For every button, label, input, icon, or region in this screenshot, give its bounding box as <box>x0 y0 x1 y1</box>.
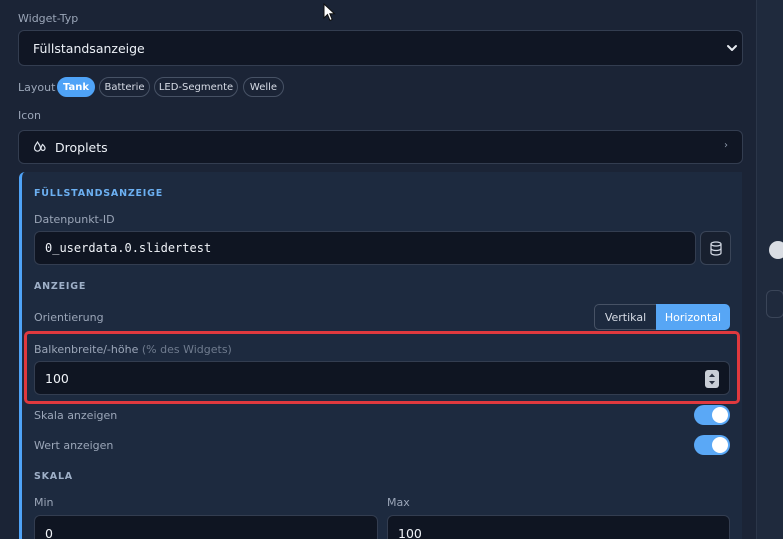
datapoint-input[interactable]: 0_userdata.0.slidertest <box>34 231 696 265</box>
min-label: Min <box>34 496 54 509</box>
max-value: 100 <box>398 525 422 539</box>
widget-type-select[interactable]: Füllstandsanzeige <box>18 30 743 66</box>
layout-label: Layout <box>18 81 56 94</box>
widget-type-value: Füllstandsanzeige <box>33 40 145 56</box>
min-input[interactable]: 0 <box>34 515 378 539</box>
section-title: FÜLLSTANDSANZEIGE <box>34 188 164 199</box>
max-input[interactable]: 100 <box>387 515 730 539</box>
bar-size-hint: (% des Widgets) <box>141 343 232 356</box>
datapoint-browse-button[interactable] <box>700 231 731 265</box>
orientation-label: Orientierung <box>34 311 104 324</box>
layout-option-welle[interactable]: Welle <box>243 77 284 97</box>
stepper-arrows-icon <box>709 373 715 385</box>
bar-size-label-text: Balkenbreite/-höhe <box>34 343 139 356</box>
mouse-cursor-icon <box>323 3 336 22</box>
orientation-vertical[interactable]: Vertikal <box>594 304 656 330</box>
layout-option-batterie[interactable]: Batterie <box>99 77 150 97</box>
show-scale-label: Skala anzeigen <box>34 409 118 422</box>
bar-size-label: Balkenbreite/-höhe (% des Widgets) <box>34 343 232 356</box>
scale-title: SKALA <box>34 471 73 482</box>
widget-settings-panel: Widget-Typ Füllstandsanzeige Layout Tank… <box>0 0 757 539</box>
chevron-right-icon: › <box>724 140 728 151</box>
database-icon <box>710 241 722 256</box>
bar-size-input[interactable]: 100 <box>34 361 730 395</box>
bar-size-value: 100 <box>45 370 69 386</box>
background-slider-knob <box>769 241 783 259</box>
droplets-icon <box>33 140 46 152</box>
widget-type-label: Widget-Typ <box>18 12 79 25</box>
datapoint-label: Datenpunkt-ID <box>34 213 115 226</box>
min-value: 0 <box>45 525 53 539</box>
show-scale-toggle[interactable] <box>694 405 730 425</box>
icon-value: Droplets <box>55 139 108 155</box>
max-label: Max <box>387 496 410 509</box>
icon-label: Icon <box>18 109 41 122</box>
show-value-label: Wert anzeigen <box>34 439 114 452</box>
icon-picker[interactable]: Droplets › <box>18 130 743 164</box>
number-stepper[interactable] <box>705 370 719 388</box>
display-title: ANZEIGE <box>34 281 87 292</box>
chevron-down-icon <box>727 45 737 51</box>
background-control <box>766 290 783 318</box>
orientation-horizontal[interactable]: Horizontal <box>656 304 730 330</box>
layout-option-tank[interactable]: Tank <box>57 77 95 97</box>
show-value-toggle[interactable] <box>694 435 730 455</box>
layout-option-led-segmente[interactable]: LED-Segmente <box>154 77 238 97</box>
